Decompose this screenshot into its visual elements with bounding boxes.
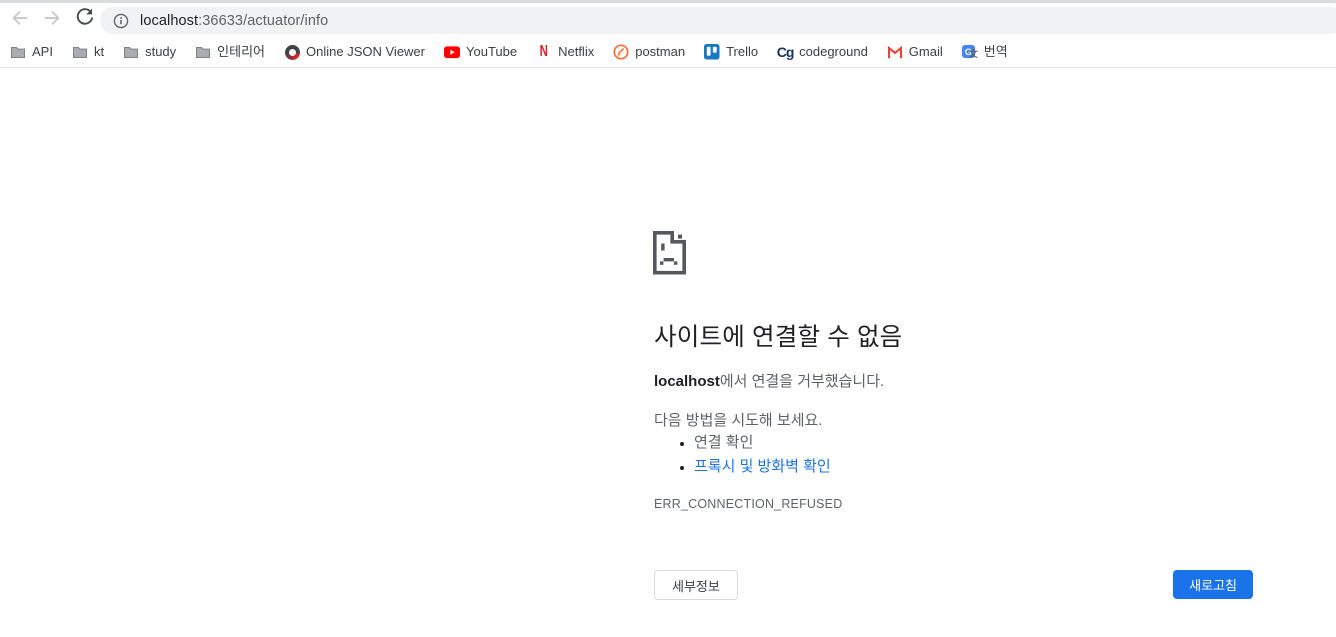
sad-page-icon <box>653 231 686 280</box>
error-title: 사이트에 연결할 수 없음 <box>654 324 903 351</box>
bookmark-label: codeground <box>799 44 868 59</box>
bookmark-label: Trello <box>726 44 759 59</box>
bookmarks-bar: API kt study 인테리어 Online JSON Viewer You… <box>0 37 1336 67</box>
url-host: localhost <box>140 12 199 29</box>
bookmark-trello[interactable]: Trello <box>704 44 758 60</box>
codeground-icon: Cg <box>776 44 795 60</box>
error-message: localhost에서 연결을 거부했습니다. <box>654 370 1274 391</box>
bookmark-folder-study[interactable]: study <box>123 44 176 60</box>
suggestions-intro: 다음 방법을 시도해 보세요. <box>654 412 823 429</box>
suggestion-check-connection: 연결 확인 <box>694 431 1274 455</box>
bookmark-youtube[interactable]: YouTube <box>444 44 517 60</box>
trello-icon <box>704 44 720 60</box>
bookmark-label: YouTube <box>466 44 518 59</box>
toolbar-divider <box>0 67 1336 68</box>
folder-icon <box>72 44 88 60</box>
youtube-icon <box>444 44 460 60</box>
bookmark-label: postman <box>635 44 686 59</box>
bookmark-label: Gmail <box>908 44 943 59</box>
error-message-rest: 에서 연결을 거부했습니다. <box>719 373 885 390</box>
address-bar[interactable]: localhost:36633/actuator/info <box>100 7 1336 34</box>
reload-button[interactable] <box>70 6 98 34</box>
bookmark-label: Netflix <box>558 44 595 59</box>
suggestion-check-proxy-firewall: 프록시 및 방화벽 확인 <box>694 455 1274 479</box>
error-host: localhost <box>654 373 720 390</box>
folder-icon <box>123 44 139 60</box>
back-button[interactable] <box>6 6 34 34</box>
forward-arrow-icon <box>41 7 63 34</box>
bookmark-folder-api[interactable]: API <box>10 44 53 60</box>
json-viewer-icon <box>284 44 300 60</box>
bookmark-translate[interactable]: G文 번역 <box>961 44 1008 60</box>
bookmark-codeground[interactable]: Cg codeground <box>777 44 868 60</box>
site-info-icon[interactable] <box>113 13 129 29</box>
bookmark-folder-interior[interactable]: 인테리어 <box>195 44 265 60</box>
details-button[interactable]: 세부정보 <box>654 570 738 600</box>
error-code: ERR_CONNECTION_REFUSED <box>654 497 843 511</box>
netflix-icon: N <box>539 43 549 60</box>
bookmark-label: API <box>32 44 53 59</box>
bookmark-online-json-viewer[interactable]: Online JSON Viewer <box>284 44 425 60</box>
bookmark-postman[interactable]: postman <box>613 44 685 60</box>
bookmark-netflix[interactable]: N Netflix <box>536 44 594 60</box>
gmail-icon <box>887 44 903 60</box>
browser-toolbar: localhost:36633/actuator/info <box>0 3 1336 37</box>
url-path: :36633/actuator/info <box>198 12 329 29</box>
suggestions-list: 연결 확인 프록시 및 방화벽 확인 <box>654 431 1274 479</box>
bookmark-label: 번역 <box>983 44 1008 59</box>
bookmark-label: Online JSON Viewer <box>306 44 425 59</box>
url-text: localhost:36633/actuator/info <box>140 13 328 29</box>
forward-button[interactable] <box>38 6 66 34</box>
reload-page-button[interactable]: 새로고침 <box>1173 570 1253 599</box>
back-arrow-icon <box>9 7 31 34</box>
bookmark-gmail[interactable]: Gmail <box>887 44 943 60</box>
proxy-firewall-link[interactable]: 프록시 및 방화벽 확인 <box>694 458 831 475</box>
folder-icon <box>10 44 26 60</box>
bookmark-label: study <box>145 44 177 59</box>
reload-icon <box>74 7 95 33</box>
bookmark-label: 인테리어 <box>217 44 266 59</box>
translate-icon: G文 <box>961 44 978 60</box>
folder-icon <box>195 44 211 60</box>
postman-icon <box>613 44 629 60</box>
bookmark-folder-kt[interactable]: kt <box>72 44 104 60</box>
bookmark-label: kt <box>93 44 105 59</box>
